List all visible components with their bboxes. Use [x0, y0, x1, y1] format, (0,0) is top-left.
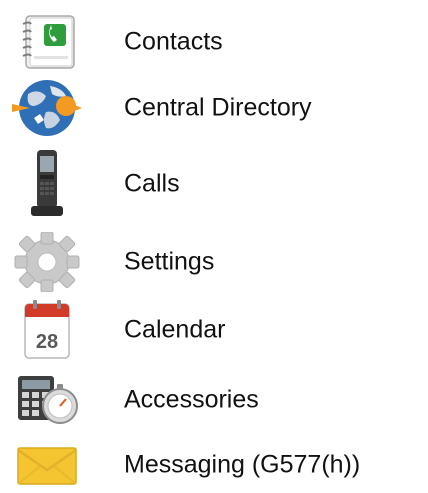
- menu-item-messaging[interactable]: Messaging (G577(h)): [0, 440, 428, 490]
- phone-icon: [6, 148, 88, 220]
- menu-item-central-directory[interactable]: Central Directory: [0, 78, 428, 138]
- menu-item-label: Calls: [124, 169, 180, 198]
- menu-item-calls[interactable]: Calls: [0, 148, 428, 220]
- menu-item-label: Accessories: [124, 385, 259, 414]
- envelope-icon: [6, 440, 88, 490]
- menu-item-contacts[interactable]: Contacts: [0, 12, 428, 72]
- menu-item-settings[interactable]: Settings: [0, 232, 428, 292]
- menu-item-calendar[interactable]: 28 Calendar: [0, 298, 428, 362]
- menu-item-label: Messaging (G577(h)): [124, 450, 361, 479]
- calendar-icon: 28: [6, 298, 88, 362]
- calendar-date: 28: [36, 331, 58, 353]
- menu-item-label: Calendar: [124, 315, 226, 344]
- menu-item-label: Central Directory: [124, 93, 312, 122]
- globe-icon: [6, 78, 88, 138]
- menu-item-label: Contacts: [124, 27, 223, 56]
- gear-icon: [6, 232, 88, 292]
- menu-item-label: Settings: [124, 247, 215, 276]
- address-book-icon: [6, 12, 88, 72]
- main-menu: Contacts Central Directory Calls Setting…: [0, 0, 428, 493]
- calculator-stopwatch-icon: [6, 370, 88, 430]
- menu-item-accessories[interactable]: Accessories: [0, 370, 428, 430]
